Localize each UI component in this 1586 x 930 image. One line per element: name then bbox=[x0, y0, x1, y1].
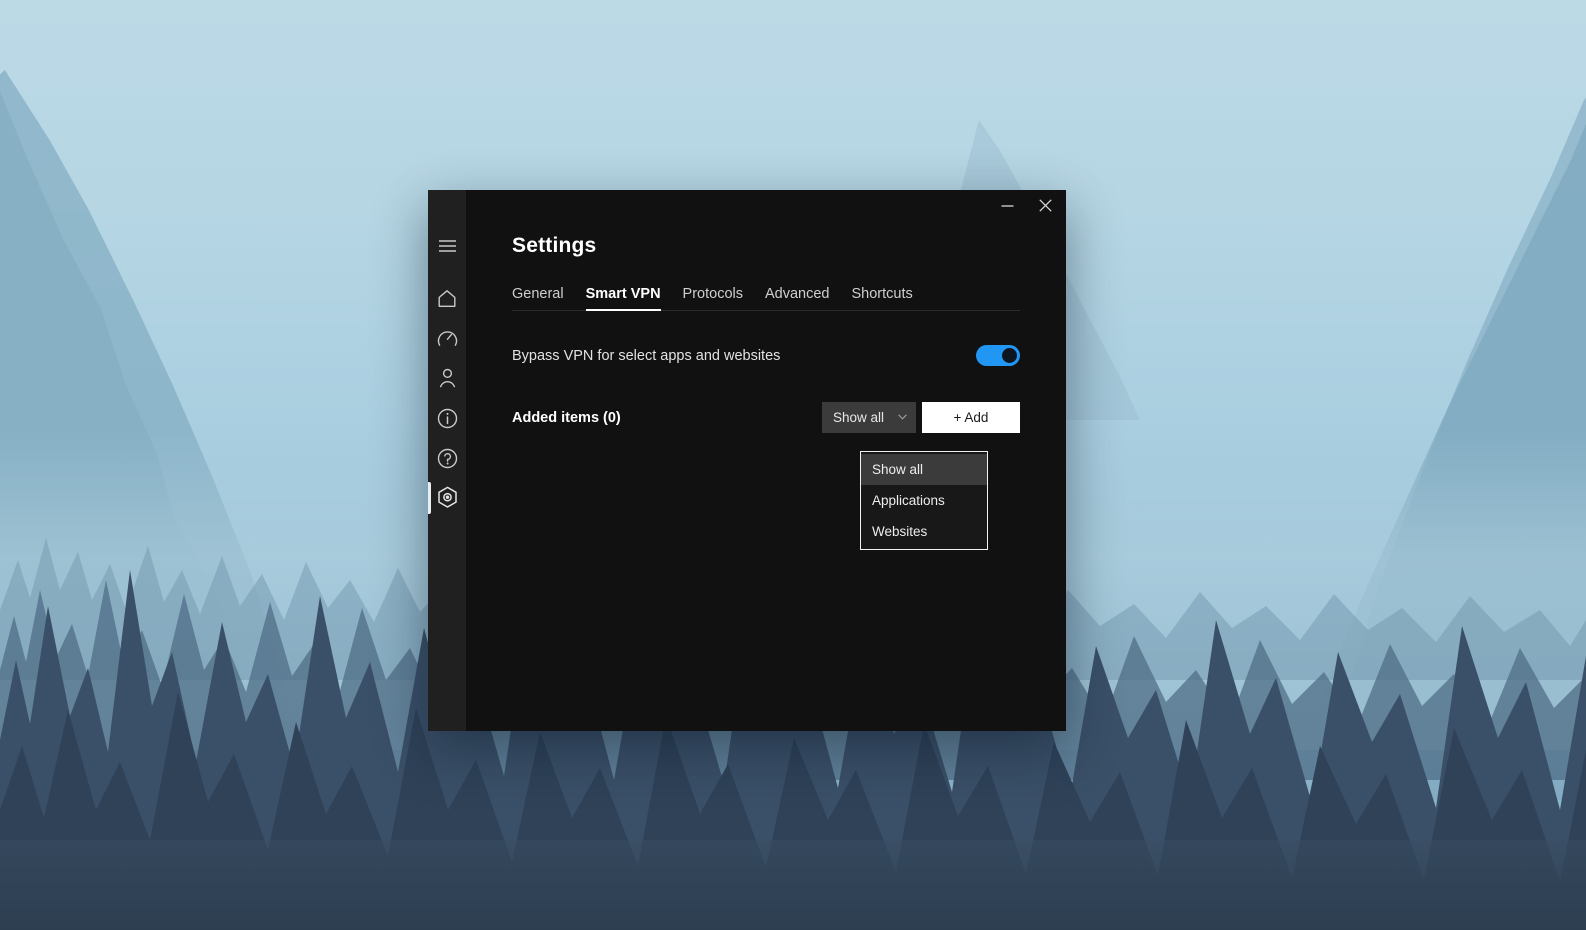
settings-content: Settings General Smart VPN Protocols Adv… bbox=[466, 234, 1066, 433]
app-sidebar bbox=[428, 190, 466, 731]
speedometer-icon bbox=[437, 328, 458, 349]
added-items-row: Added items (0) Show all + Add bbox=[512, 402, 1020, 433]
vpn-settings-window: Settings General Smart VPN Protocols Adv… bbox=[428, 190, 1066, 731]
question-circle-icon bbox=[437, 448, 458, 469]
bypass-vpn-toggle[interactable] bbox=[976, 345, 1020, 366]
tab-shortcuts[interactable]: Shortcuts bbox=[852, 286, 913, 311]
close-button[interactable] bbox=[1026, 190, 1064, 220]
filter-select-value: Show all bbox=[833, 410, 885, 425]
settings-tabs: General Smart VPN Protocols Advanced Sho… bbox=[512, 286, 1020, 311]
active-indicator-bar bbox=[428, 482, 431, 514]
tab-smart-vpn[interactable]: Smart VPN bbox=[585, 286, 661, 311]
info-circle-icon bbox=[437, 408, 458, 429]
tab-advanced[interactable]: Advanced bbox=[765, 286, 830, 311]
minimize-button[interactable] bbox=[988, 190, 1026, 220]
dropdown-option-applications[interactable]: Applications bbox=[861, 485, 987, 516]
tab-general[interactable]: General bbox=[512, 286, 564, 311]
settings-main-panel: Settings General Smart VPN Protocols Adv… bbox=[466, 190, 1066, 731]
bypass-vpn-row: Bypass VPN for select apps and websites bbox=[512, 345, 1020, 366]
gear-hex-icon bbox=[436, 486, 459, 510]
add-button-label: + Add bbox=[953, 410, 989, 425]
sidebar-item-menu[interactable] bbox=[428, 226, 466, 266]
window-titlebar bbox=[466, 190, 1066, 228]
sidebar-item-info[interactable] bbox=[428, 398, 466, 438]
dropdown-option-show-all[interactable]: Show all bbox=[861, 454, 987, 485]
added-items-label: Added items (0) bbox=[512, 409, 621, 426]
sidebar-item-help[interactable] bbox=[428, 438, 466, 478]
sidebar-item-home[interactable] bbox=[428, 278, 466, 318]
chevron-down-icon bbox=[898, 413, 907, 422]
page-title: Settings bbox=[512, 234, 597, 257]
sidebar-item-settings[interactable] bbox=[428, 478, 466, 518]
close-icon bbox=[1038, 198, 1052, 212]
minimize-icon bbox=[1001, 200, 1014, 211]
items-controls: Show all + Add bbox=[822, 402, 1020, 433]
forest-floor bbox=[0, 840, 1586, 930]
person-icon bbox=[438, 368, 457, 388]
bypass-vpn-label: Bypass VPN for select apps and websites bbox=[512, 347, 781, 364]
filter-select[interactable]: Show all bbox=[822, 402, 916, 433]
filter-dropdown-menu: Show all Applications Websites bbox=[860, 451, 988, 550]
add-button[interactable]: + Add bbox=[922, 402, 1020, 433]
sidebar-item-account[interactable] bbox=[428, 358, 466, 398]
tab-protocols[interactable]: Protocols bbox=[683, 286, 743, 311]
home-icon bbox=[437, 289, 457, 308]
toggle-knob bbox=[1002, 348, 1017, 363]
dropdown-option-websites[interactable]: Websites bbox=[861, 516, 987, 547]
hamburger-menu-icon bbox=[438, 239, 457, 253]
sidebar-item-speedtest[interactable] bbox=[428, 318, 466, 358]
